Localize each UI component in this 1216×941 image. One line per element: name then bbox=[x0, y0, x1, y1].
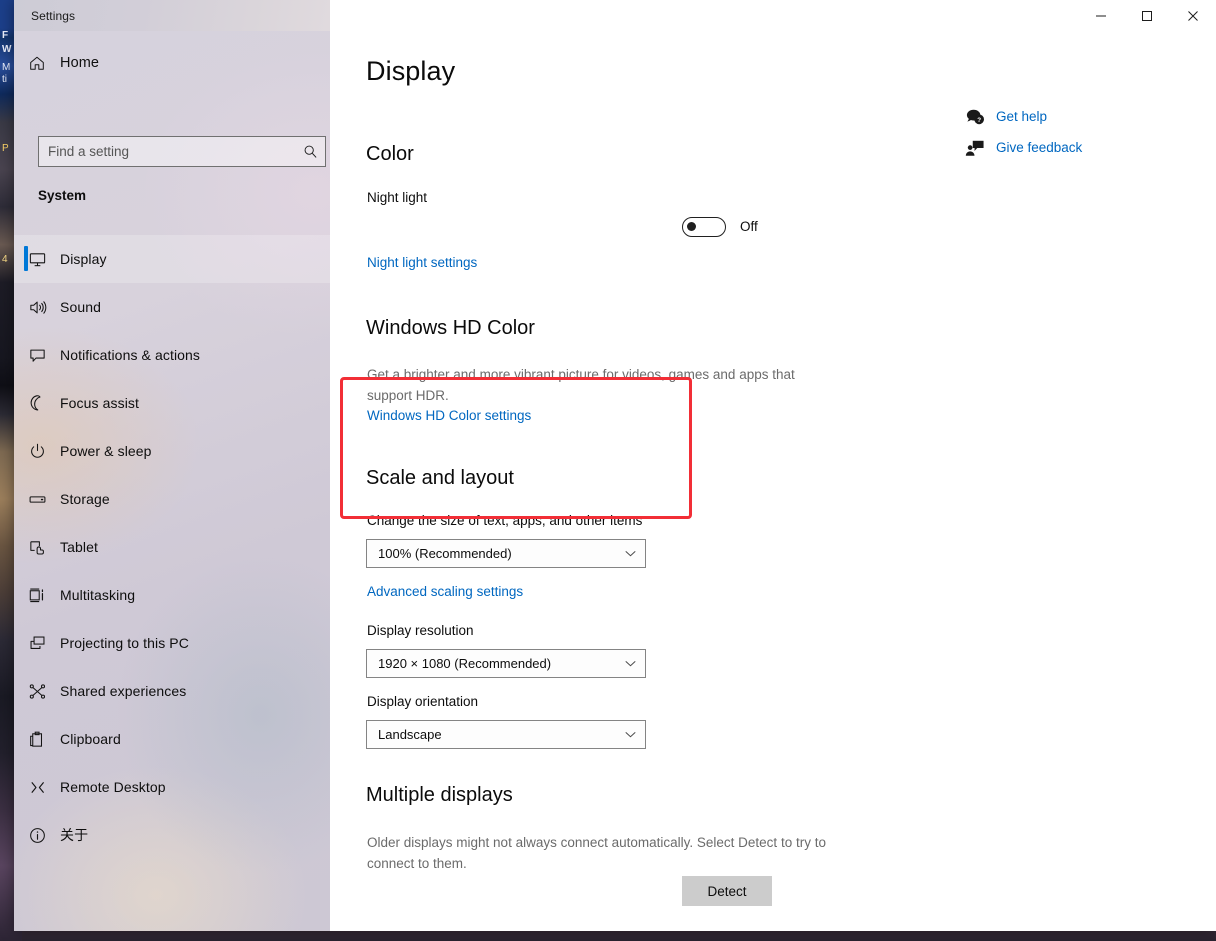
chevron-down-icon bbox=[615, 657, 645, 670]
search-container bbox=[38, 136, 326, 167]
feedback-person-icon bbox=[954, 139, 996, 157]
section-heading-hdr: Windows HD Color bbox=[366, 317, 535, 339]
title-bar-left: Settings bbox=[14, 0, 330, 31]
svg-text:?: ? bbox=[977, 116, 981, 123]
night-light-label: Night light bbox=[367, 190, 428, 205]
clipboard-icon bbox=[14, 730, 60, 749]
close-button[interactable] bbox=[1170, 0, 1216, 31]
give-feedback-link[interactable]: Give feedback bbox=[954, 132, 1194, 163]
orientation-dropdown[interactable]: Landscape bbox=[366, 720, 646, 749]
sidebar-label-multitasking: Multitasking bbox=[60, 587, 136, 603]
sidebar: Home System bbox=[14, 31, 330, 931]
info-icon bbox=[14, 826, 60, 845]
sidebar-label-focus-assist: Focus assist bbox=[60, 395, 139, 411]
sidebar-item-sound[interactable]: Sound bbox=[14, 283, 330, 331]
sidebar-item-tablet[interactable]: Tablet bbox=[14, 523, 330, 571]
multiple-displays-description: Older displays might not always connect … bbox=[367, 835, 826, 871]
scale-dropdown[interactable]: 100% (Recommended) bbox=[366, 539, 646, 568]
sidebar-label-remote-desktop: Remote Desktop bbox=[60, 779, 166, 795]
get-help-link[interactable]: ? Get help bbox=[954, 101, 1194, 132]
chevron-down-icon bbox=[615, 728, 645, 741]
sidebar-item-clipboard[interactable]: Clipboard bbox=[14, 715, 330, 763]
multitask-icon bbox=[14, 586, 60, 605]
help-column: ? Get help Give feedback bbox=[954, 101, 1194, 163]
sidebar-label-storage: Storage bbox=[60, 491, 110, 507]
home-icon bbox=[14, 54, 60, 72]
section-heading-color: Color bbox=[366, 143, 414, 165]
night-light-settings-link[interactable]: Night light settings bbox=[367, 255, 477, 270]
sidebar-label-tablet: Tablet bbox=[60, 539, 98, 555]
minimize-button[interactable] bbox=[1078, 0, 1124, 31]
sidebar-home-label: Home bbox=[60, 55, 100, 71]
maximize-button[interactable] bbox=[1124, 0, 1170, 31]
hdr-description: Get a brighter and more vibrant picture … bbox=[367, 367, 795, 403]
sidebar-item-focus-assist[interactable]: Focus assist bbox=[14, 379, 330, 427]
chevron-down-icon bbox=[615, 547, 645, 560]
sidebar-label-power-sleep: Power & sleep bbox=[60, 443, 152, 459]
orientation-label: Display orientation bbox=[367, 694, 479, 709]
sidebar-item-storage[interactable]: Storage bbox=[14, 475, 330, 523]
sidebar-item-projecting[interactable]: Projecting to this PC bbox=[14, 619, 330, 667]
toggle-knob bbox=[687, 222, 696, 231]
scale-label: Change the size of text, apps, and other… bbox=[367, 513, 643, 528]
project-screen-icon bbox=[14, 634, 60, 653]
night-light-toggle[interactable] bbox=[682, 217, 726, 237]
sidebar-item-display[interactable]: Display bbox=[14, 235, 330, 283]
sidebar-label-shared-experiences: Shared experiences bbox=[60, 683, 187, 699]
sidebar-item-remote-desktop[interactable]: Remote Desktop bbox=[14, 763, 330, 811]
sidebar-group-title: System bbox=[38, 188, 87, 203]
moon-icon bbox=[14, 394, 60, 413]
detect-button[interactable]: Detect bbox=[682, 876, 772, 906]
speaker-icon bbox=[14, 298, 60, 317]
sidebar-item-home[interactable]: Home bbox=[14, 43, 330, 83]
get-help-label: Get help bbox=[996, 109, 1048, 124]
drive-icon bbox=[14, 490, 60, 509]
scale-value: 100% (Recommended) bbox=[378, 546, 512, 561]
give-feedback-label: Give feedback bbox=[996, 140, 1083, 155]
sidebar-label-notifications: Notifications & actions bbox=[60, 347, 201, 363]
sidebar-item-notifications[interactable]: Notifications & actions bbox=[14, 331, 330, 379]
resolution-value: 1920 × 1080 (Recommended) bbox=[378, 656, 552, 671]
sidebar-item-about[interactable]: 关于 bbox=[14, 811, 330, 859]
chat-bubble-icon bbox=[14, 346, 60, 365]
power-icon bbox=[14, 442, 60, 461]
sidebar-label-clipboard: Clipboard bbox=[60, 731, 121, 747]
window-controls bbox=[330, 0, 1216, 31]
search-icon[interactable] bbox=[295, 137, 325, 166]
settings-window: Settings Home Find a setting System Disp… bbox=[14, 0, 1216, 931]
share-nodes-icon bbox=[14, 682, 60, 701]
advanced-scaling-settings-link[interactable]: Advanced scaling settings bbox=[367, 584, 523, 599]
monitor-icon bbox=[14, 250, 60, 269]
tablet-hand-icon bbox=[14, 538, 60, 557]
resolution-label: Display resolution bbox=[367, 623, 474, 638]
sidebar-item-power-sleep[interactable]: Power & sleep bbox=[14, 427, 330, 475]
resolution-dropdown[interactable]: 1920 × 1080 (Recommended) bbox=[366, 649, 646, 678]
night-light-state: Off bbox=[740, 219, 758, 234]
remote-desktop-icon bbox=[14, 778, 60, 797]
content-pane: Display Color Night light Off Night ligh… bbox=[330, 31, 1216, 931]
sidebar-label-sound: Sound bbox=[60, 299, 101, 315]
sidebar-label-about: 关于 bbox=[60, 827, 89, 843]
window-title: Settings bbox=[31, 8, 76, 23]
search-input[interactable] bbox=[39, 143, 295, 160]
sidebar-nav-list: Display Sound Notifications & actions Fo… bbox=[14, 235, 330, 859]
sidebar-label-projecting: Projecting to this PC bbox=[60, 635, 189, 651]
sidebar-item-multitasking[interactable]: Multitasking bbox=[14, 571, 330, 619]
help-bubble-icon: ? bbox=[954, 108, 996, 126]
title-bar: Settings bbox=[14, 0, 1216, 31]
page-title: Display bbox=[366, 56, 456, 86]
section-heading-multiple-displays: Multiple displays bbox=[366, 784, 513, 806]
hdr-settings-link[interactable]: Windows HD Color settings bbox=[367, 408, 531, 423]
section-heading-scale: Scale and layout bbox=[366, 467, 514, 489]
sidebar-item-shared-experiences[interactable]: Shared experiences bbox=[14, 667, 330, 715]
search-box[interactable] bbox=[38, 136, 326, 167]
orientation-value: Landscape bbox=[378, 727, 442, 742]
sidebar-label-display: Display bbox=[60, 251, 107, 267]
